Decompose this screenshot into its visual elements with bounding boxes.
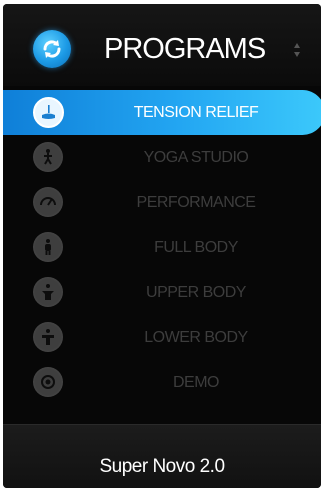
- model-name: Super Novo 2.0: [99, 456, 225, 477]
- program-item-upper-body[interactable]: UPPER BODY: [3, 270, 321, 315]
- program-item-label: UPPER BODY: [146, 284, 246, 301]
- program-item-lower-body[interactable]: LOWER BODY: [3, 315, 321, 360]
- demo-icon: [33, 367, 63, 397]
- header: PROGRAMS: [3, 4, 321, 86]
- lower-body-icon: [33, 322, 63, 352]
- program-item-performance[interactable]: PERFORMANCE: [3, 180, 321, 225]
- massage-icon: [33, 97, 64, 128]
- yoga-icon: [33, 142, 63, 172]
- program-item-label: TENSION RELIEF: [133, 104, 259, 121]
- refresh-icon[interactable]: [33, 30, 71, 68]
- program-item-label: YOGA STUDIO: [143, 149, 249, 166]
- program-item-label: FULL BODY: [154, 239, 238, 256]
- scroll-arrows-icon[interactable]: [292, 41, 302, 59]
- program-item-label: DEMO: [173, 374, 220, 391]
- program-list: TENSION RELIEF YOGA STUDIO PERFORMANCE F…: [3, 90, 321, 405]
- program-item-full-body[interactable]: FULL BODY: [3, 225, 321, 270]
- footer: Super Novo 2.0: [3, 424, 321, 488]
- gauge-icon: [33, 187, 63, 217]
- full-body-icon: [33, 232, 63, 262]
- program-item-tension-relief[interactable]: TENSION RELIEF: [3, 90, 321, 135]
- page-title: PROGRAMS: [104, 33, 266, 65]
- program-item-demo[interactable]: DEMO: [3, 360, 321, 405]
- upper-body-icon: [33, 277, 63, 307]
- program-item-label: LOWER BODY: [144, 329, 248, 346]
- program-item-yoga-studio[interactable]: YOGA STUDIO: [3, 135, 321, 180]
- program-menu-screen: PROGRAMS TENSION RELIEF YOGA STUDIO PERF…: [3, 4, 321, 488]
- program-item-label: PERFORMANCE: [136, 194, 256, 211]
